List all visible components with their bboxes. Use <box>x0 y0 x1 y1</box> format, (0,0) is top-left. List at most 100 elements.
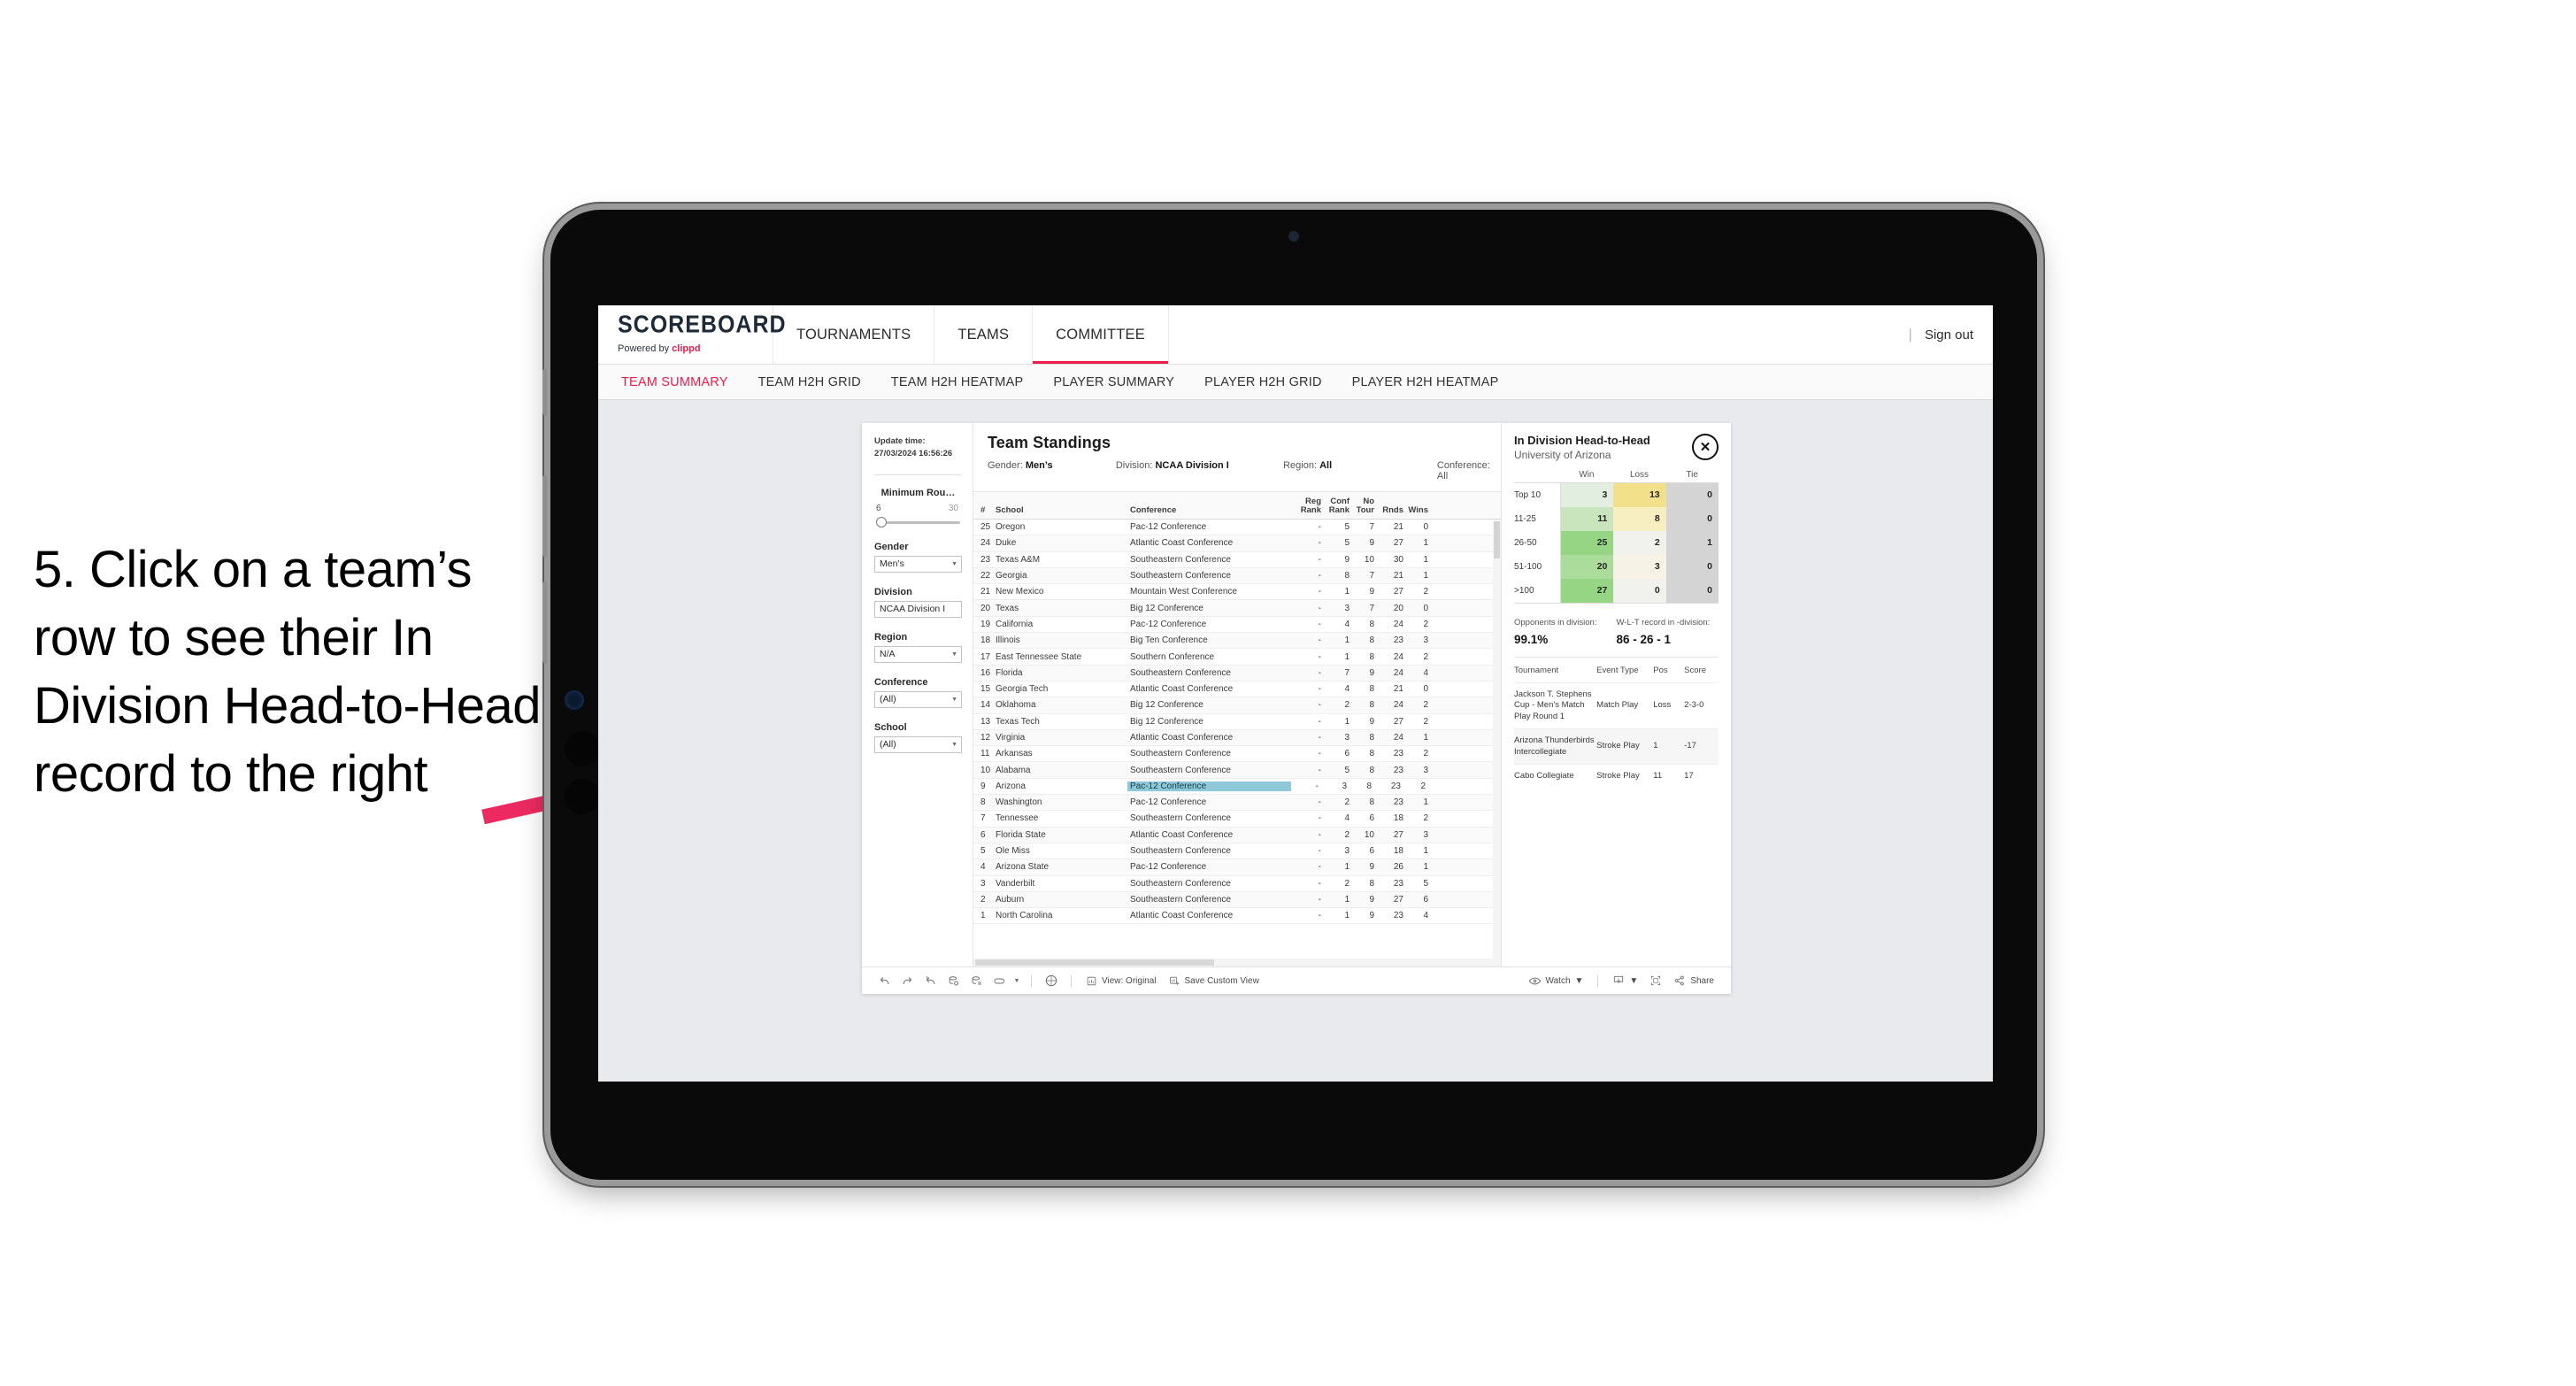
share-button[interactable]: Share <box>1667 974 1720 987</box>
cell-reg-rank: - <box>1318 846 1321 857</box>
division-select[interactable]: NCAA Division I <box>874 600 962 618</box>
scrollbar-thumb[interactable] <box>975 959 1214 966</box>
table-row[interactable]: 14 Oklahoma Big 12 Conference - 2 8 24 2 <box>973 697 1501 714</box>
table-row[interactable]: 8 Washington Pac-12 Conference - 2 8 23 1 <box>973 795 1501 812</box>
table-row[interactable]: 1 North Carolina Atlantic Coast Conference… <box>973 908 1501 925</box>
table-row[interactable]: 17 East Tennessee State Southern Conferenc… <box>973 649 1501 666</box>
sensor-dot <box>565 779 600 814</box>
revert-icon[interactable] <box>919 971 942 990</box>
school-select[interactable]: (All) ▼ <box>874 735 962 753</box>
gender-select[interactable]: Men’s ▼ <box>874 555 962 573</box>
standings-rows[interactable]: 25 Oregon Pac-12 Conference -5 7 21 0 24 Duke Atl… <box>973 520 1501 959</box>
cell-wins: 1 <box>1423 571 1428 581</box>
criteria-region: Region: All <box>1283 460 1437 481</box>
subnav-player-h2h-heatmap[interactable]: PLAYER H2H HEATMAP <box>1352 375 1499 389</box>
cell-event-type: Match Play <box>1596 700 1639 711</box>
cell-school: Arkansas <box>996 749 1033 759</box>
col-header-conf-rank[interactable]: Conf Rank <box>1321 497 1350 519</box>
cell-wins: 2 <box>1423 587 1428 597</box>
cell-rank: 23 <box>980 554 991 565</box>
table-row[interactable]: 10 Alabama Southeastern Conference - 5 8 23 3 <box>973 762 1501 779</box>
cell-rank: 1 <box>980 911 986 921</box>
table-row[interactable]: 19 California Pac-12 Conference - 4 8 24 2 <box>973 617 1501 634</box>
update-time-value: 27/03/2024 16:56:26 <box>874 448 953 458</box>
table-row[interactable]: 2 Auburn Southeastern Conference - 1 9 27 6 <box>973 891 1501 909</box>
table-row[interactable]: 4 Arizona State Pac-12 Conference - 1 9 26 1 <box>973 859 1501 876</box>
col-header-reg-rank[interactable]: Reg Rank <box>1294 497 1321 519</box>
watch-button[interactable]: Watch ▼ <box>1522 975 1590 987</box>
criteria-conference-label: Conference: <box>1436 460 1490 471</box>
conference-select[interactable]: (All) ▼ <box>874 690 962 708</box>
subnav-team-h2h-heatmap[interactable]: TEAM H2H HEATMAP <box>891 375 1024 389</box>
col-header-school[interactable]: School <box>996 505 1130 519</box>
minimum-rounds-slider[interactable] <box>876 516 960 527</box>
cell-rnds: 27 <box>1393 829 1403 840</box>
table-row[interactable]: 18 Illinois Big Ten Conference -1 8 23 3 <box>973 633 1501 650</box>
table-row[interactable]: 16 Florida Southeastern Conference - 7 9 24 4 <box>973 665 1501 681</box>
region-select[interactable]: N/A ▼ <box>874 645 962 663</box>
table-row[interactable]: 7 Tennessee Southeastern Conference - 4 6 18 2 <box>973 811 1501 828</box>
nav-committee[interactable]: COMMITTEE <box>1033 305 1169 364</box>
share-label: Share <box>1690 975 1714 986</box>
sign-out-link[interactable]: Sign out <box>1925 327 1973 343</box>
cell-rnds: 18 <box>1393 846 1403 857</box>
table-row[interactable]: 6 Florida State Atlantic Coast Conference -… <box>973 827 1501 843</box>
subnav-team-summary[interactable]: TEAM SUMMARY <box>621 375 728 389</box>
table-row[interactable]: 11 Arkansas Southeastern Conference - 6 8 23 2 <box>973 746 1501 763</box>
subnav-player-h2h-grid[interactable]: PLAYER H2H GRID <box>1204 375 1321 389</box>
redo-icon[interactable] <box>896 971 919 990</box>
nav-teams[interactable]: TEAMS <box>934 305 1034 364</box>
table-vertical-scrollbar[interactable] <box>1493 520 1501 959</box>
h2h-matrix-body: Top 10 3 13 0 11-25 11 8 0 26-50 25 2 1 51-100 20 3 0 >1… <box>1514 481 1719 604</box>
table-horizontal-scrollbar[interactable] <box>973 959 1501 966</box>
highlight-icon[interactable] <box>988 971 1011 990</box>
criteria-region-label: Region: <box>1283 460 1318 471</box>
download-button[interactable]: ▼ <box>1606 974 1644 987</box>
pause-updates-icon[interactable] <box>965 971 988 990</box>
col-header-wins[interactable]: Wins <box>1403 506 1432 519</box>
col-header-no-tour[interactable]: No Tour <box>1350 497 1374 519</box>
subnav-player-summary[interactable]: PLAYER SUMMARY <box>1053 375 1174 389</box>
col-header-conference[interactable]: Conference <box>1130 505 1294 519</box>
view-original-button[interactable]: View: Original <box>1080 975 1163 987</box>
close-icon[interactable]: ✕ <box>1692 434 1719 460</box>
table-row[interactable]: 24 Duke Atlantic Coast Conference - 5 9 27 1 <box>973 535 1501 552</box>
slider-handle[interactable] <box>876 516 887 527</box>
brand-logo[interactable]: SCOREBOARD Powered by clippd <box>598 305 786 364</box>
cell-rnds: 24 <box>1393 700 1403 711</box>
table-row[interactable]: 21 New Mexico Mountain West Conference - 1 9 2… <box>973 584 1501 601</box>
table-row[interactable]: 12 Virginia Atlantic Coast Conference - 3 8 24… <box>973 729 1501 747</box>
cell-conf-rank: 1 <box>1344 894 1350 905</box>
save-custom-view-button[interactable]: Save Custom View <box>1163 975 1265 987</box>
h2h-matrix-header: Win Loss Tie <box>1514 470 1719 482</box>
table-row[interactable]: 23 Texas A&M Southeastern Conference - 9 10 30… <box>973 552 1501 568</box>
table-row[interactable]: 5 Ole Miss Southeastern Conference - 3 6 18 1 <box>973 843 1501 860</box>
table-row[interactable]: 15 Georgia Tech Atlantic Coast Conference -… <box>973 681 1501 698</box>
cell-wins: 5 <box>1423 878 1428 889</box>
table-row[interactable]: 25 Oregon Pac-12 Conference - 5 7 21 0 <box>973 520 1501 536</box>
dashboard-icon[interactable] <box>1040 971 1063 990</box>
matrix-cell-loss: 0 <box>1613 578 1666 603</box>
col-header-rank[interactable]: # <box>973 505 996 519</box>
tournament-row: Cabo Collegiate Stroke Play 11 17 <box>1514 764 1719 789</box>
cell-reg-rank: - <box>1318 749 1321 759</box>
matrix-col-win: Win <box>1579 469 1595 480</box>
slider-min-value: 6 <box>876 503 881 513</box>
cell-conf-rank: 1 <box>1344 716 1350 727</box>
dropdown-caret-icon[interactable]: ▼ <box>1011 971 1023 990</box>
table-row[interactable]: 22 Georgia Southeastern Conference - 8 7 21 1 <box>973 567 1501 585</box>
gender-value: Men’s <box>880 558 904 570</box>
table-row[interactable]: 9 Arizona Pac-12 Conference - 3 8 23 2 <box>973 779 1501 796</box>
scrollbar-thumb[interactable] <box>1494 521 1500 558</box>
col-header-rnds[interactable]: Rnds <box>1374 505 1403 519</box>
table-row[interactable]: 3 Vanderbilt Southeastern Conference - 2 8 23 5 <box>973 876 1501 892</box>
undo-icon[interactable] <box>873 971 896 990</box>
table-row[interactable]: 20 Texas Big 12 Conference - 3 7 20 0 <box>973 600 1501 617</box>
nav-tournaments[interactable]: TOURNAMENTS <box>773 305 935 364</box>
cell-rank: 15 <box>980 684 991 695</box>
cell-wins: 3 <box>1423 829 1428 840</box>
subnav-team-h2h-grid[interactable]: TEAM H2H GRID <box>758 375 861 389</box>
fullscreen-icon[interactable] <box>1644 971 1667 990</box>
refresh-data-icon[interactable] <box>942 971 965 990</box>
table-row[interactable]: 13 Texas Tech Big 12 Conference - 1 9 27 2 <box>973 714 1501 730</box>
